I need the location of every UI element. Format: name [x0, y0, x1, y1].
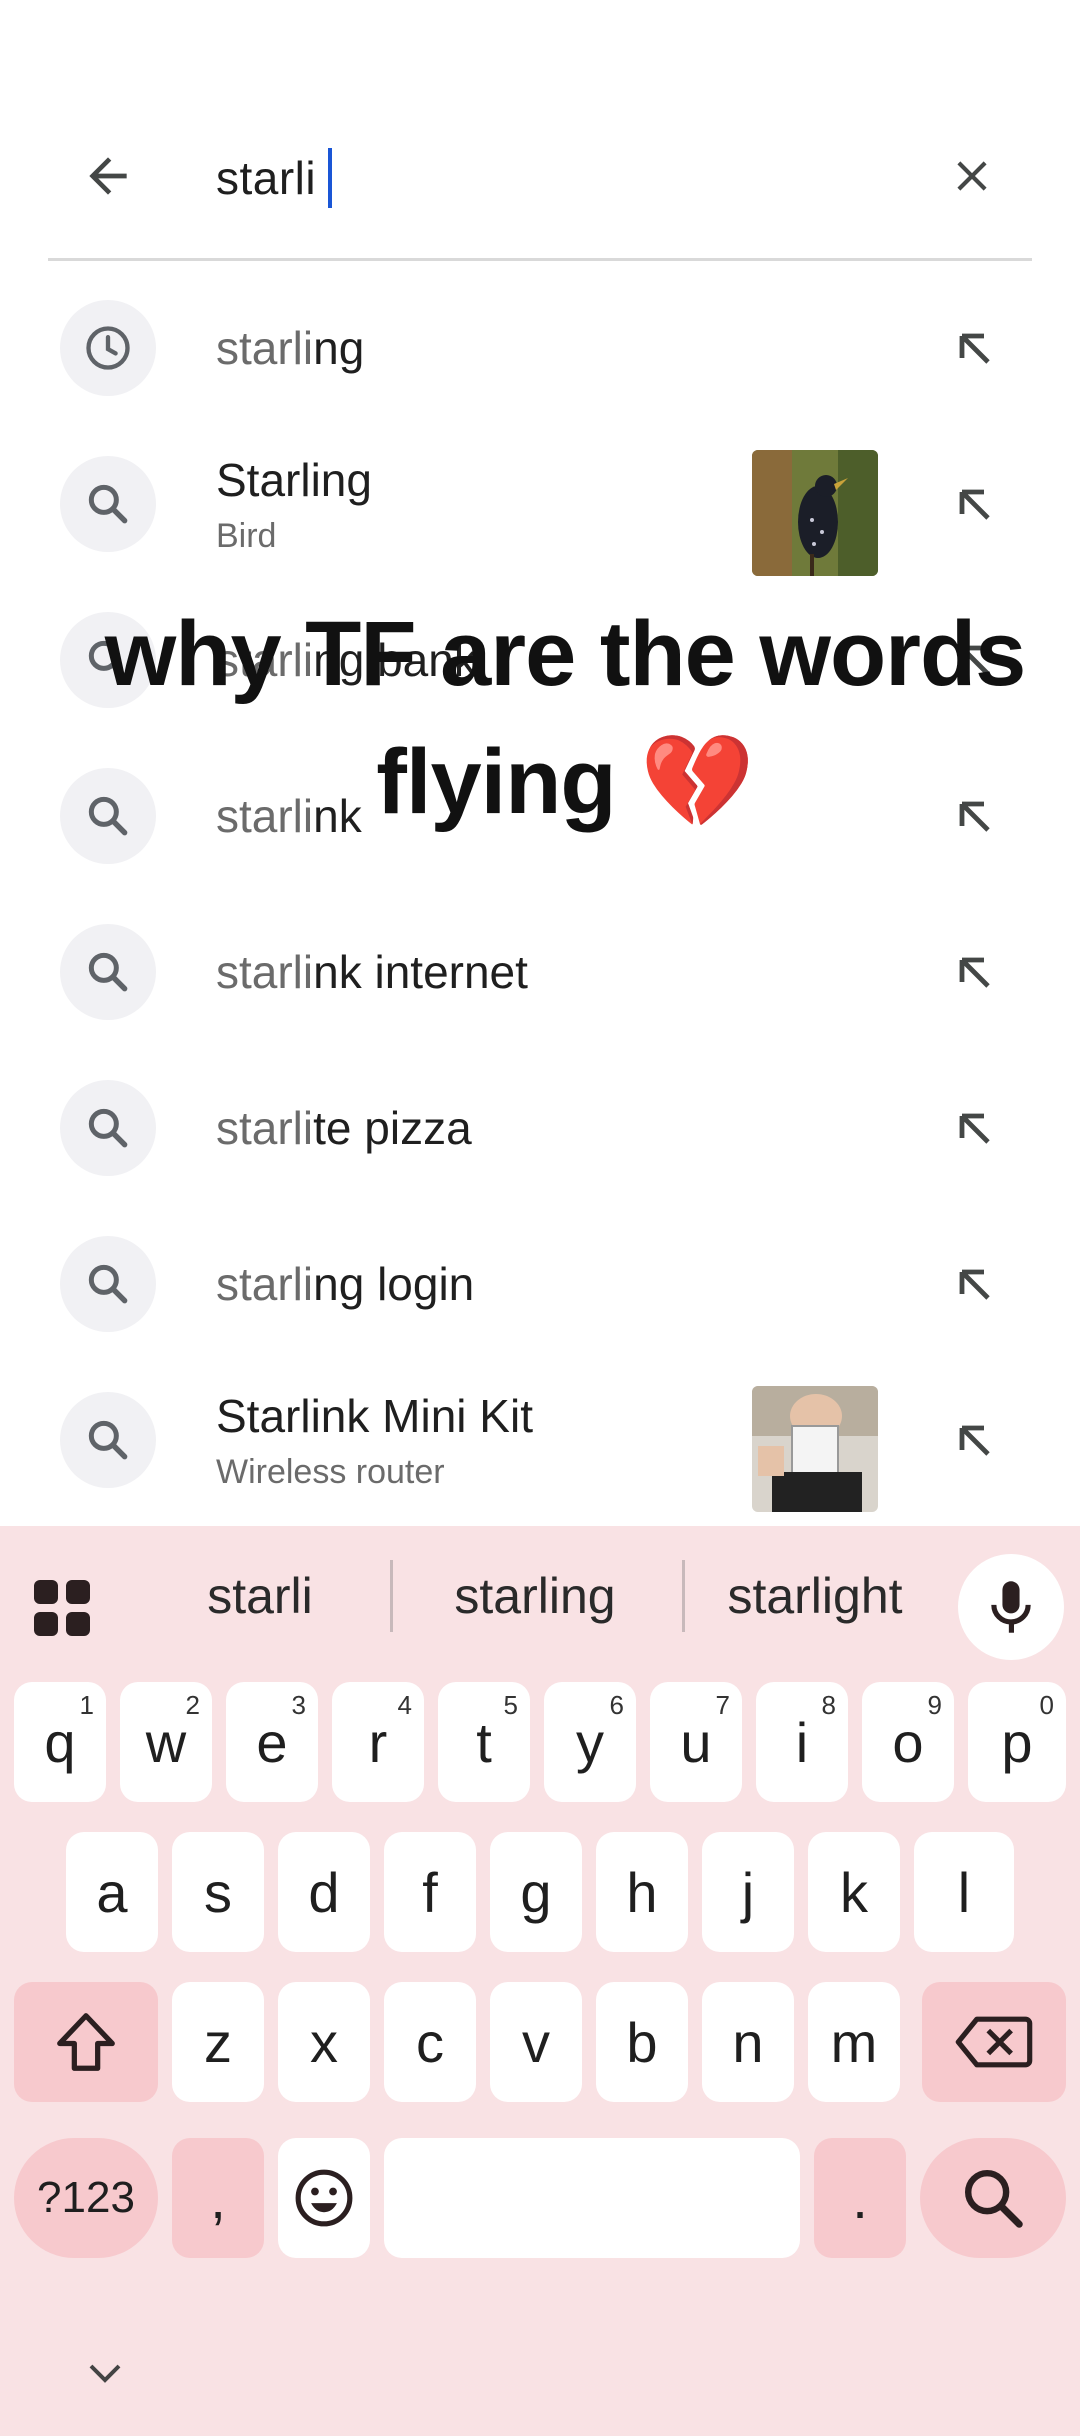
search-query-text: starli: [216, 152, 317, 204]
apps-grid-icon: [34, 1580, 90, 1636]
clear-button[interactable]: [930, 138, 1014, 214]
close-icon: [957, 161, 987, 191]
key-e[interactable]: e3: [226, 1682, 318, 1802]
key-z[interactable]: z: [172, 1982, 264, 2102]
entity-subtitle: Wireless router: [216, 1452, 445, 1491]
backspace-key[interactable]: [922, 1982, 1066, 2102]
fill-query-button[interactable]: [940, 470, 1008, 538]
fill-query-button[interactable]: [940, 938, 1008, 1006]
microphone-icon: [991, 1581, 1031, 1633]
key-i[interactable]: i8: [756, 1682, 848, 1802]
suggestion-label: starlite pizza: [216, 1102, 472, 1154]
key-w[interactable]: w2: [120, 1682, 212, 1802]
fill-query-button[interactable]: [940, 1406, 1008, 1474]
search-header: starli: [0, 120, 1080, 232]
overlay-caption-line1: why TF are the words: [104, 603, 1027, 705]
suggestion-label: starling login: [216, 1258, 475, 1310]
fill-query-button[interactable]: [940, 1250, 1008, 1318]
voice-input-button[interactable]: [958, 1554, 1064, 1660]
router-kit-thumbnail: [752, 1386, 878, 1512]
key-j[interactable]: j: [702, 1832, 794, 1952]
suggestion-item[interactable]: starlite pizza: [0, 1050, 1080, 1206]
emoji-key[interactable]: [278, 2138, 370, 2258]
period-key[interactable]: .: [814, 2138, 906, 2258]
search-icon: [60, 456, 156, 552]
search-input[interactable]: starli: [216, 146, 916, 210]
prediction-divider: [390, 1560, 393, 1632]
suggestion-item-entity[interactable]: Starlink Mini Kit Wireless router: [0, 1362, 1080, 1518]
key-o[interactable]: o9: [862, 1682, 954, 1802]
overlay-caption: why TF are the words flying 💔: [40, 590, 1080, 846]
symbols-key[interactable]: ?123: [14, 2138, 158, 2258]
apps-grid-button[interactable]: [30, 1576, 104, 1650]
backspace-icon: [955, 2016, 1033, 2068]
suggestion-item[interactable]: starlink internet: [0, 894, 1080, 1050]
arrow-up-left-icon: [959, 1425, 990, 1456]
arrow-up-left-icon: [959, 957, 990, 988]
overlay-caption-line2: flying 💔: [376, 731, 754, 833]
fill-query-button[interactable]: [940, 1094, 1008, 1162]
entity-title: Starling: [216, 453, 372, 506]
arrow-up-left-icon: [959, 489, 990, 520]
search-icon: [965, 2170, 1023, 2228]
key-v[interactable]: v: [490, 1982, 582, 2102]
key-r[interactable]: r4: [332, 1682, 424, 1802]
chevron-down-icon: [89, 2364, 121, 2383]
prediction-divider: [682, 1560, 685, 1632]
search-action-key[interactable]: [920, 2138, 1066, 2258]
comma-key[interactable]: ,: [172, 2138, 264, 2258]
key-g[interactable]: g: [490, 1832, 582, 1952]
search-icon: [60, 1392, 156, 1488]
search-icon: [60, 924, 156, 1020]
suggestion-item-entity[interactable]: Starling Bird: [0, 426, 1080, 582]
arrow-up-left-icon: [959, 1113, 990, 1144]
suggestion-label: starling: [216, 322, 365, 374]
arrow-up-left-icon: [959, 333, 990, 364]
prediction-1[interactable]: starli: [150, 1556, 370, 1636]
suggestion-item[interactable]: starling login: [0, 1206, 1080, 1362]
search-icon: [60, 1236, 156, 1332]
shift-key[interactable]: [14, 1982, 158, 2102]
key-p[interactable]: p0: [968, 1682, 1066, 1802]
key-n[interactable]: n: [702, 1982, 794, 2102]
back-button[interactable]: [60, 138, 156, 214]
suggestion-item[interactable]: starling: [0, 270, 1080, 426]
prediction-3[interactable]: starlight: [700, 1556, 930, 1636]
key-s[interactable]: s: [172, 1832, 264, 1952]
key-h[interactable]: h: [596, 1832, 688, 1952]
key-k[interactable]: k: [808, 1832, 900, 1952]
prediction-2[interactable]: starling: [410, 1556, 660, 1636]
key-b[interactable]: b: [596, 1982, 688, 2102]
key-u[interactable]: u7: [650, 1682, 742, 1802]
shift-icon: [57, 2013, 115, 2071]
emoji-icon: [295, 2169, 353, 2227]
key-d[interactable]: d: [278, 1832, 370, 1952]
key-c[interactable]: c: [384, 1982, 476, 2102]
arrow-up-left-icon: [959, 1269, 990, 1300]
hide-keyboard-button[interactable]: [70, 2344, 140, 2400]
on-screen-keyboard: starli starling starlight q1 w2 e3 r4 t5…: [0, 1526, 1080, 2436]
key-y[interactable]: y6: [544, 1682, 636, 1802]
entity-title: Starlink Mini Kit: [216, 1389, 533, 1442]
space-key[interactable]: [384, 2138, 800, 2258]
key-l[interactable]: l: [914, 1832, 1014, 1952]
key-m[interactable]: m: [808, 1982, 900, 2102]
key-f[interactable]: f: [384, 1832, 476, 1952]
key-q[interactable]: q1: [14, 1682, 106, 1802]
key-a[interactable]: a: [66, 1832, 158, 1952]
text-caret: [328, 148, 333, 208]
fill-query-button[interactable]: [940, 314, 1008, 382]
header-divider: [48, 258, 1032, 261]
starling-bird-thumbnail: [752, 450, 878, 576]
history-icon: [60, 300, 156, 396]
entity-subtitle: Bird: [216, 516, 277, 555]
key-t[interactable]: t5: [438, 1682, 530, 1802]
key-x[interactable]: x: [278, 1982, 370, 2102]
arrow-back-icon: [89, 157, 127, 195]
keyboard-toolbar: starli starling starlight: [0, 1526, 1080, 1666]
suggestion-label: starlink internet: [216, 946, 528, 998]
search-icon: [60, 1080, 156, 1176]
